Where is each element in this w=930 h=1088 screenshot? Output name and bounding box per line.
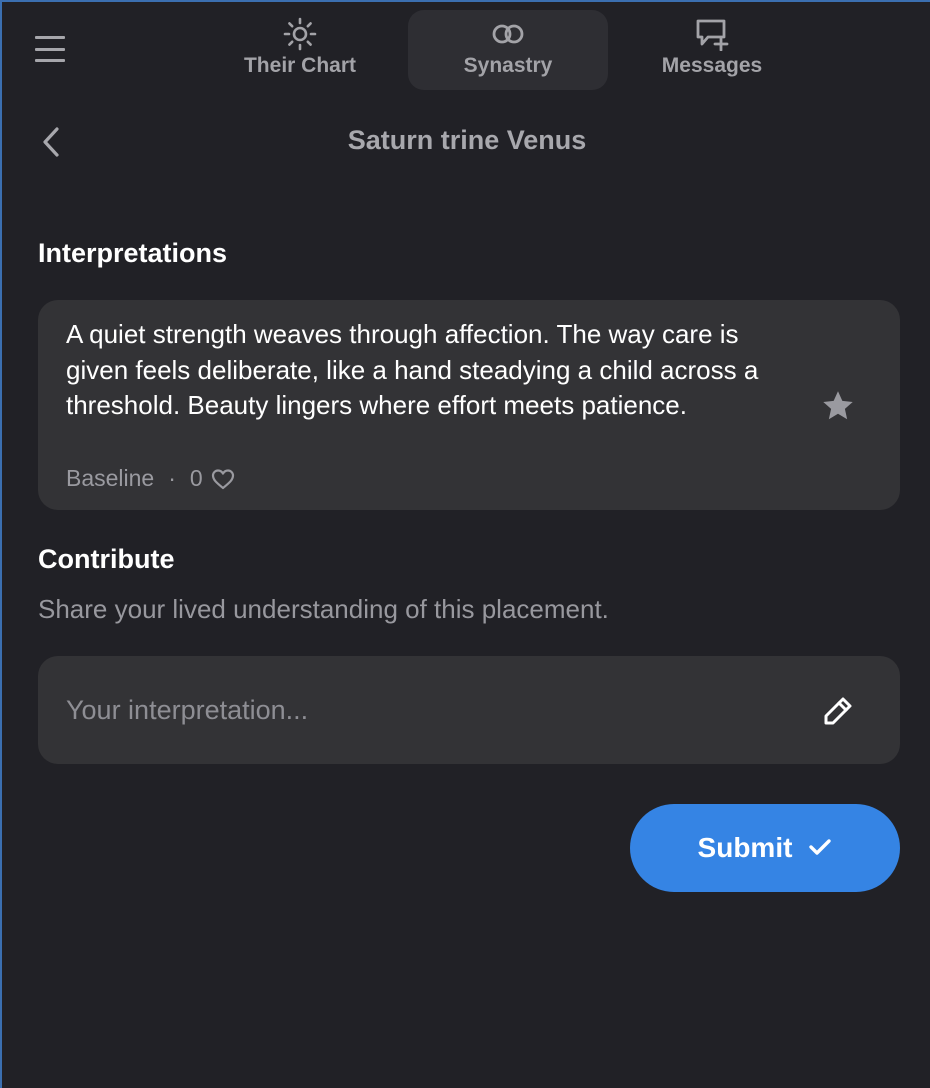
contribute-heading: Contribute (38, 544, 175, 574)
like-count: 0 (189, 465, 203, 491)
heart-icon[interactable] (211, 468, 235, 490)
menu-icon[interactable] (35, 36, 65, 62)
linked-rings-icon (491, 16, 525, 52)
submit-button[interactable]: Submit (630, 804, 900, 892)
interpretation-source: Baseline (66, 465, 155, 491)
interpretation-card: A quiet strength weaves through affectio… (38, 300, 900, 510)
app-window: Their Chart Synastry Messages Saturn tri… (0, 0, 930, 1088)
tab-label: Their Chart (243, 54, 356, 77)
message-plus-icon (694, 16, 730, 52)
tab-label: Messages (661, 54, 763, 77)
sun-icon (283, 16, 317, 52)
interpretation-input[interactable] (66, 656, 806, 764)
interpretation-meta: Baseline · 0 (66, 465, 235, 492)
contribute-subtext: Share your lived understanding of this p… (38, 594, 609, 624)
tab-synastry[interactable]: Synastry (408, 10, 608, 90)
interpretation-text: A quiet strength weaves through affectio… (66, 319, 759, 420)
tab-messages[interactable]: Messages (612, 10, 812, 90)
page-title: Saturn trine Venus (347, 125, 587, 155)
interpretation-input-box (38, 656, 900, 764)
submit-label: Submit (697, 832, 793, 863)
interpretations-heading: Interpretations (38, 238, 228, 268)
star-icon[interactable] (820, 388, 856, 424)
pencil-icon[interactable] (822, 695, 854, 727)
tab-label: Synastry (463, 54, 553, 77)
tab-their-chart[interactable]: Their Chart (200, 10, 400, 90)
checkmark-icon (808, 837, 832, 860)
meta-separator: · (168, 465, 176, 491)
